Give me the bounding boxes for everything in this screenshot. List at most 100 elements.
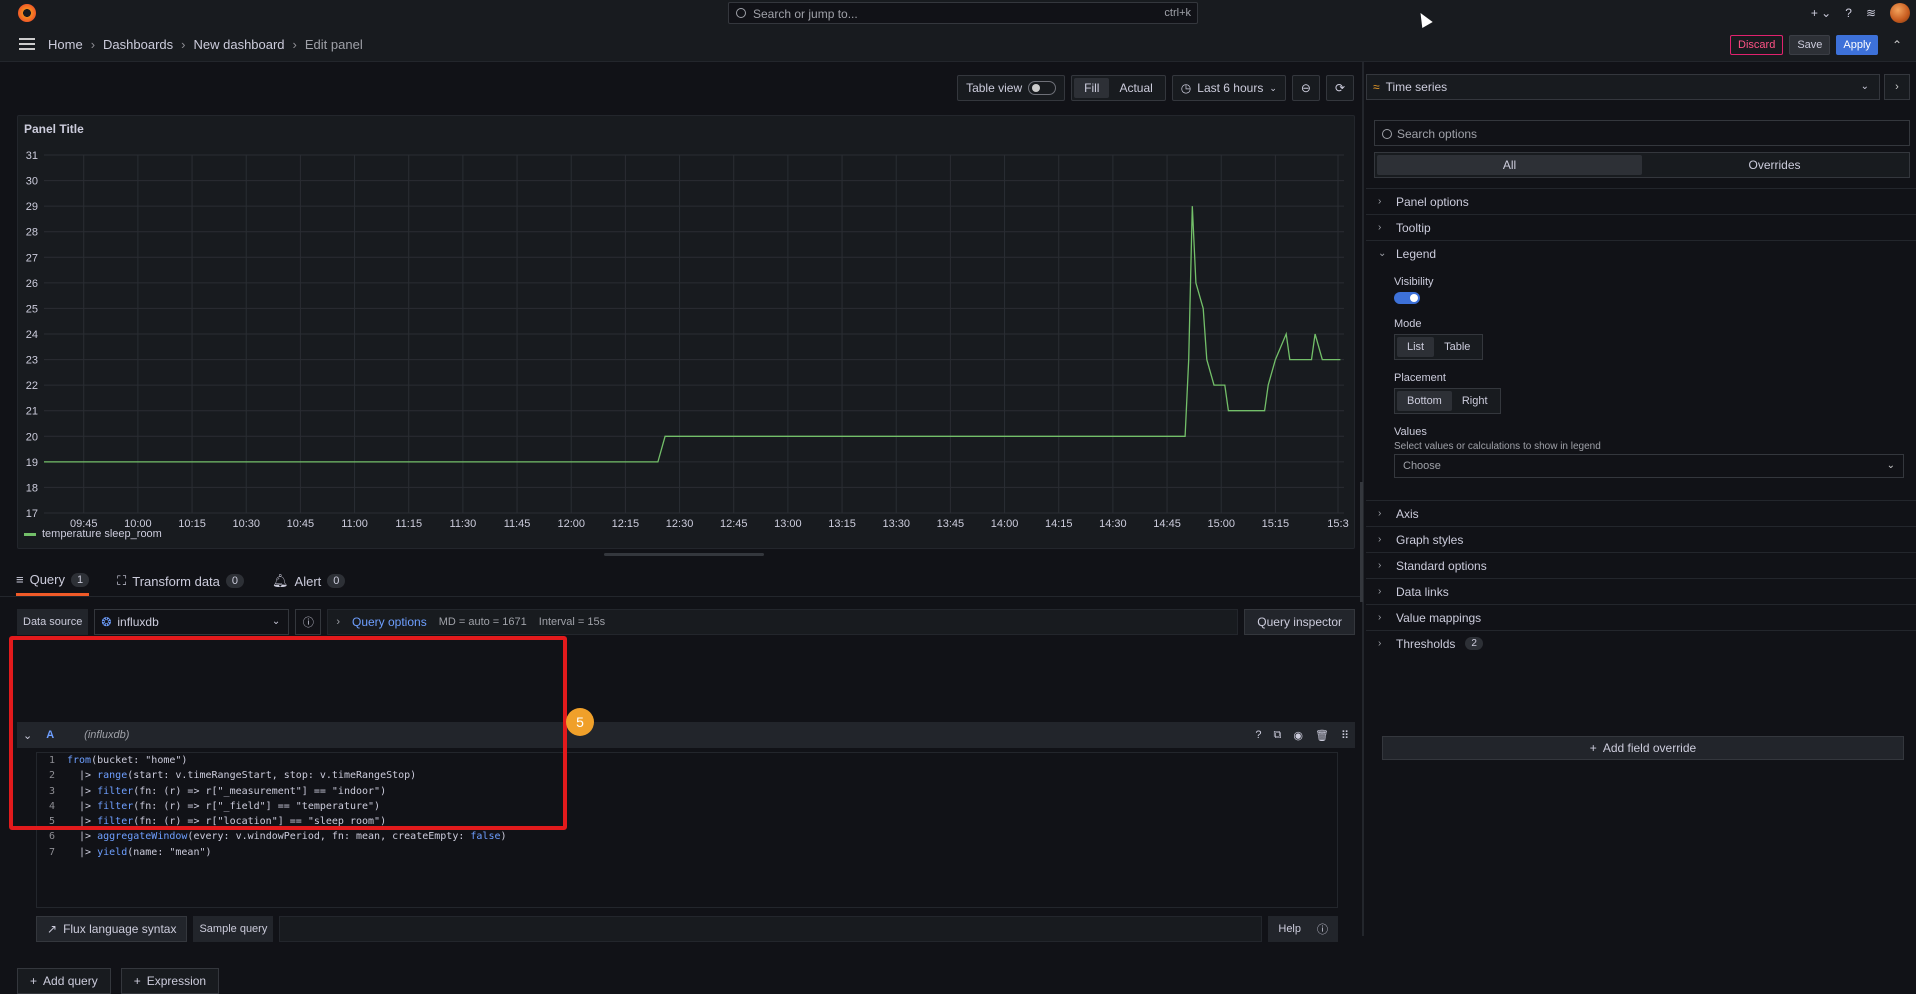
- options-tabs: All Overrides: [1374, 152, 1910, 178]
- section-value-mappings[interactable]: › Value mappings: [1366, 604, 1916, 630]
- flux-syntax-link[interactable]: ↗ Flux language syntax: [36, 916, 188, 942]
- eye-icon[interactable]: ◉: [1293, 729, 1303, 742]
- drag-handle-icon[interactable]: ⠿: [1341, 729, 1349, 742]
- placement-bottom[interactable]: Bottom: [1397, 391, 1452, 411]
- y-tick-label: 19: [26, 457, 38, 469]
- search-input[interactable]: Search or jump to... ctrl+k: [728, 2, 1198, 24]
- chevron-right-icon: ›: [1378, 586, 1382, 597]
- x-tick-label: 11:15: [395, 518, 422, 530]
- code-text: |> aggregateWindow(every: v.windowPeriod…: [67, 831, 507, 843]
- y-tick-label: 31: [26, 150, 38, 162]
- top-bar: Search or jump to... ctrl+k + ⌄ ? ≋: [0, 0, 1916, 26]
- time-range-picker[interactable]: ◷ Last 6 hours ⌄: [1171, 75, 1286, 101]
- values-select[interactable]: Choose ⌄: [1394, 454, 1904, 478]
- chevron-down-icon: ⌄: [271, 616, 281, 627]
- clock-icon: ◷: [1180, 81, 1192, 95]
- thresholds-count: 2: [1465, 637, 1483, 650]
- zoom-out-icon: ⊖: [1300, 81, 1311, 95]
- duplicate-icon[interactable]: ⧉: [1274, 729, 1282, 742]
- help-button[interactable]: Help ⓘ: [1268, 916, 1338, 942]
- section-thresholds[interactable]: › Thresholds 2: [1366, 630, 1916, 656]
- section-legend[interactable]: ⌄ Legend: [1366, 240, 1916, 266]
- table-view-toggle[interactable]: Table view: [957, 75, 1066, 101]
- toggle-switch[interactable]: [1028, 81, 1057, 95]
- code-line[interactable]: 7 |> yield(name: "mean"): [37, 845, 1337, 860]
- query-tabs: ≡ Query 1 ⛶ Transform data 0 🔔︎ Alert 0: [16, 566, 346, 596]
- tab-transform-data[interactable]: ⛶ Transform data 0: [117, 566, 245, 596]
- avatar[interactable]: [1890, 3, 1910, 23]
- zoom-out-button[interactable]: ⊖: [1291, 75, 1320, 101]
- section-data-links[interactable]: › Data links: [1366, 578, 1916, 604]
- chevron-down-icon: ⌄: [1378, 248, 1387, 259]
- section-graph-styles[interactable]: › Graph styles: [1366, 526, 1916, 552]
- legend-swatch: [24, 532, 36, 536]
- help-icon[interactable]: ?: [1845, 6, 1852, 20]
- y-tick-label: 30: [26, 176, 38, 188]
- add-field-override-button[interactable]: + Add field override: [1382, 736, 1904, 760]
- add-query-button[interactable]: + Add query: [17, 968, 111, 994]
- visibility-switch[interactable]: [1394, 292, 1420, 304]
- mode-list[interactable]: List: [1397, 337, 1435, 357]
- tab-query[interactable]: ≡ Query 1: [16, 566, 90, 596]
- top-icons: + ⌄ ? ≋: [1811, 3, 1916, 23]
- query-inspector-button[interactable]: Query inspector: [1244, 609, 1355, 635]
- y-tick-label: 18: [26, 482, 38, 494]
- breadcrumb-home[interactable]: Home: [48, 37, 83, 52]
- fill-option[interactable]: Fill: [1074, 78, 1110, 98]
- datasource-value: influxdb: [117, 615, 159, 629]
- time-series-chart[interactable]: 17181920212223242526272829303109:45 10:00…: [18, 116, 1356, 550]
- y-tick-label: 24: [26, 329, 38, 341]
- news-icon[interactable]: ≋: [1866, 6, 1876, 20]
- tab-alert[interactable]: 🔔︎ Alert 0: [272, 566, 346, 596]
- chevron-down-icon: ⌄: [1860, 81, 1869, 92]
- apply-button[interactable]: Apply: [1836, 35, 1878, 55]
- section-label: Graph styles: [1396, 532, 1464, 547]
- sample-query-select[interactable]: [279, 916, 1263, 942]
- datasource-help-button[interactable]: ⓘ: [295, 609, 322, 635]
- collapse-pane-button[interactable]: ›: [1884, 74, 1910, 100]
- refresh-button[interactable]: ⟳: [1325, 75, 1354, 101]
- help-label: Help: [1278, 923, 1301, 935]
- chevron-right-icon: ›: [1378, 612, 1382, 623]
- x-tick-label: 12:30: [666, 518, 694, 530]
- max-data-points: MD = auto = 1671: [438, 616, 527, 628]
- options-search-input[interactable]: Search options: [1374, 120, 1910, 146]
- x-tick-label: 11:30: [450, 518, 477, 530]
- section-axis[interactable]: › Axis: [1366, 500, 1916, 526]
- datasource-select[interactable]: ❂ influxdb ⌄: [94, 609, 290, 635]
- tab-count: 0: [225, 574, 245, 588]
- chart-legend[interactable]: temperature sleep_room: [24, 528, 162, 540]
- discard-button[interactable]: Discard: [1730, 35, 1784, 55]
- section-tooltip[interactable]: › Tooltip: [1366, 214, 1916, 240]
- placement-right[interactable]: Right: [1452, 391, 1498, 411]
- help-icon[interactable]: ?: [1255, 729, 1261, 742]
- section-standard-options[interactable]: › Standard options: [1366, 552, 1916, 578]
- breadcrumb-new-dashboard[interactable]: New dashboard: [193, 37, 284, 52]
- query-options[interactable]: › Query options MD = auto = 1671 Interva…: [327, 609, 1239, 635]
- sample-query-label: Sample query: [193, 916, 274, 942]
- save-button[interactable]: Save: [1789, 35, 1831, 55]
- visualization-select[interactable]: ≈ Time series ⌄: [1366, 74, 1880, 100]
- interval-value: Interval = 15s: [538, 616, 606, 628]
- actual-option[interactable]: Actual: [1109, 78, 1162, 98]
- tab-overrides[interactable]: Overrides: [1642, 155, 1907, 175]
- section-panel-options[interactable]: › Panel options: [1366, 188, 1916, 214]
- panel-title[interactable]: Panel Title: [24, 122, 84, 136]
- chevron-right-icon: ›: [292, 37, 297, 52]
- scrollbar-thumb[interactable]: [1360, 482, 1363, 602]
- tab-all[interactable]: All: [1377, 155, 1642, 175]
- add-expression-button[interactable]: + Expression: [120, 968, 220, 994]
- query-options-label[interactable]: Query options: [352, 615, 427, 629]
- trash-icon[interactable]: 🗑︎: [1315, 729, 1329, 742]
- grafana-logo-icon[interactable]: [18, 4, 36, 22]
- breadcrumb-dashboards[interactable]: Dashboards: [103, 37, 173, 52]
- code-line[interactable]: 6 |> aggregateWindow(every: v.windowPeri…: [37, 829, 1337, 844]
- menu-icon[interactable]: [19, 38, 35, 50]
- mode-table[interactable]: Table: [1434, 337, 1480, 357]
- x-tick-label: 15:00: [1207, 518, 1235, 530]
- panel-resize-handle[interactable]: [604, 553, 764, 556]
- info-icon: ⓘ: [1317, 924, 1328, 936]
- y-tick-label: 20: [26, 431, 38, 443]
- collapse-icon[interactable]: ⌃: [1892, 38, 1902, 52]
- new-menu-button[interactable]: + ⌄: [1811, 6, 1831, 20]
